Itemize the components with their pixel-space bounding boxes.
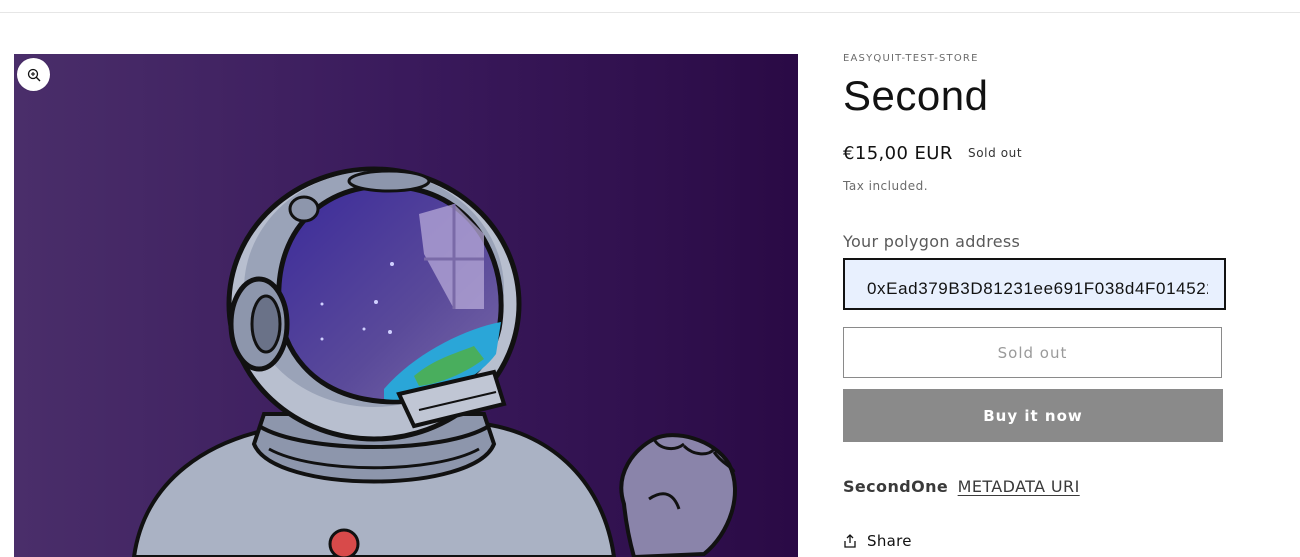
buy-it-now-button[interactable]: Buy it now (843, 389, 1223, 442)
metadata-uri-link[interactable]: METADATA URI (958, 477, 1080, 496)
astronaut-illustration (14, 54, 798, 557)
product-image[interactable] (14, 54, 798, 557)
header-divider (0, 12, 1300, 13)
product-price: €15,00 EUR (843, 143, 953, 164)
share-button[interactable]: Share (843, 532, 912, 550)
sold-out-button[interactable]: Sold out (843, 327, 1222, 378)
sold-out-badge: Sold out (968, 146, 1023, 160)
share-icon (844, 534, 856, 548)
zoom-icon (27, 68, 40, 81)
tax-note: Tax included. (843, 179, 929, 193)
polygon-address-label: Your polygon address (843, 232, 1021, 251)
metadata-name: SecondOne (843, 477, 949, 496)
metadata-row: SecondOne METADATA URI (843, 477, 1080, 496)
share-label: Share (867, 532, 912, 550)
product-title: Second (843, 72, 989, 119)
polygon-address-input[interactable] (843, 258, 1226, 310)
vendor-name: EASYQUIT-TEST-STORE (843, 53, 979, 64)
zoom-button[interactable] (17, 58, 50, 91)
